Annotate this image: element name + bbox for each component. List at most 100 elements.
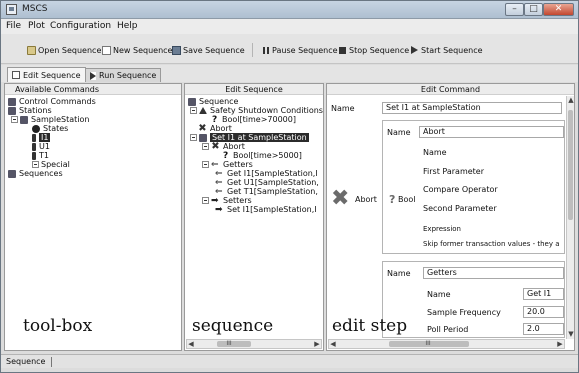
collapse-toggle-icon[interactable] [202, 197, 209, 204]
sample-frequency-field[interactable]: 20.0 [523, 306, 564, 318]
save-sequence-label: Save Sequence [183, 45, 245, 55]
folder-icon [27, 45, 36, 55]
getters-name-field[interactable]: Getters [423, 267, 564, 279]
scroll-right-icon[interactable]: ▶ [313, 340, 321, 348]
poll-period-field[interactable]: 2.0 [523, 323, 564, 335]
collapse-toggle-icon[interactable] [202, 161, 209, 168]
getter-name-label: Name [427, 290, 451, 299]
tree-item-samplestation[interactable]: SampleStation [11, 115, 89, 124]
menu-plot[interactable]: Plot [28, 21, 45, 31]
tree-item-get-u1[interactable]: ⇐ Get U1[SampleStation, [215, 178, 319, 187]
tree-item-i1[interactable]: I1 [32, 133, 51, 142]
getters-box: Name Getters Name Get I1 Sample Frequenc… [382, 261, 565, 338]
scroll-down-icon[interactable]: ▼ [567, 330, 574, 338]
scroll-thumb[interactable] [568, 110, 573, 220]
tree-item-u1[interactable]: U1 [32, 142, 50, 151]
scroll-left-icon[interactable]: ◀ [187, 340, 195, 348]
tree-item-bool-70000[interactable]: ? Bool[time>70000] [212, 115, 296, 124]
scroll-up-icon[interactable]: ▲ [567, 96, 574, 104]
tree-item-safety-shutdown[interactable]: Safety Shutdown Conditions [190, 106, 323, 115]
expression-label: Expression [423, 225, 461, 233]
command-name-label: Name [331, 104, 355, 113]
bool-label: Bool [398, 195, 416, 204]
menu-help[interactable]: Help [117, 21, 138, 31]
getter-name-field[interactable]: Get I1 [523, 288, 564, 300]
sample-frequency-label: Sample Frequency [427, 308, 501, 317]
tree-item-sequences[interactable]: Sequences [8, 169, 63, 178]
menu-configuration[interactable]: Configuration [50, 21, 111, 31]
condition-name-label: Name [423, 148, 447, 157]
toolbox-caption: tool-box [23, 316, 93, 336]
variable-icon [32, 133, 36, 142]
tree-item-getters[interactable]: ⇐ Getters [202, 160, 253, 169]
tree-item-step-abort[interactable]: ✖ Abort [202, 141, 245, 151]
save-sequence-button[interactable]: Save Sequence [172, 44, 245, 56]
scroll-right-icon[interactable]: ▶ [556, 340, 564, 348]
abort-name-label: Name [387, 128, 411, 137]
collapse-toggle-icon[interactable] [190, 107, 197, 114]
edit-command-panel: Edit Command Name Set I1 at SampleStatio… [326, 83, 575, 351]
first-parameter-label: First Parameter [423, 167, 484, 176]
tree-item-get-t1[interactable]: ⇐ Get T1[SampleStation, [215, 187, 318, 196]
main-window: MSCS – □ ✕ File Plot Configuration Help … [0, 0, 579, 373]
start-sequence-button[interactable]: Start Sequence [411, 44, 483, 56]
abort-condition-box: Name Abort ? Bool Name First Parameter C… [382, 120, 565, 254]
scroll-thumb[interactable] [217, 341, 251, 347]
sequence-icon [188, 97, 196, 106]
tree-item-control-commands[interactable]: Control Commands [8, 97, 96, 106]
stop-sequence-label: Stop Sequence [349, 45, 410, 55]
collapse-toggle-icon[interactable] [11, 116, 18, 123]
tree-item-bool-5000[interactable]: ? Bool[time>5000] [223, 151, 302, 160]
edit-horizontal-scrollbar[interactable]: ◀ III ▶ [328, 339, 565, 349]
tree-item-stations[interactable]: Stations [8, 106, 52, 115]
open-sequence-button[interactable]: Open Sequence [27, 44, 101, 56]
tree-item-sequence[interactable]: Sequence [188, 97, 238, 106]
play-icon [90, 71, 96, 80]
pause-sequence-button[interactable]: Pause Sequence [262, 44, 338, 56]
tab-edit-label: Edit Sequence [23, 70, 81, 80]
pause-sequence-label: Pause Sequence [272, 45, 338, 55]
second-parameter-label: Second Parameter [423, 204, 497, 213]
edit-vertical-scrollbar[interactable]: ▲ ▼ [566, 96, 574, 339]
tree-item-set-i1[interactable]: Set I1 at SampleStation [190, 133, 309, 142]
status-bar: Sequence [1, 354, 578, 368]
toolbox-panel: Available Commands Control Commands Stat… [4, 83, 182, 351]
window-title: MSCS [22, 4, 48, 14]
getters-name-label: Name [387, 269, 411, 278]
expand-toggle-icon[interactable] [32, 161, 39, 168]
sequence-caption: sequence [192, 316, 274, 336]
title-bar: MSCS – □ ✕ [1, 1, 578, 19]
close-button[interactable]: ✕ [543, 3, 574, 16]
question-icon: ? [223, 150, 229, 161]
menu-bar: File Plot Configuration Help [1, 19, 578, 34]
tree-item-abort[interactable]: ✖ Abort [198, 123, 232, 133]
new-sequence-button[interactable]: New Sequence [102, 44, 172, 56]
tree-item-states[interactable]: States [32, 124, 68, 133]
toolbar-separator [252, 43, 253, 57]
sequence-horizontal-scrollbar[interactable]: ◀ III ▶ [186, 339, 322, 349]
collapse-toggle-icon[interactable] [190, 134, 197, 141]
arrow-left-icon: ⇐ [215, 177, 223, 188]
abort-label: Abort [355, 195, 377, 204]
tree-item-setters[interactable]: ➡ Setters [202, 196, 252, 205]
maximize-button[interactable]: □ [524, 3, 543, 16]
scroll-left-icon[interactable]: ◀ [329, 340, 337, 348]
tree-item-set-i1-setter[interactable]: ➡ Set I1[SampleStation,I [215, 205, 317, 214]
edit-icon [12, 71, 20, 79]
open-sequence-label: Open Sequence [38, 45, 102, 55]
collapse-toggle-icon[interactable] [202, 143, 209, 150]
tab-edit-sequence[interactable]: Edit Sequence [7, 67, 86, 82]
tree-item-special[interactable]: Special [32, 160, 70, 169]
abort-name-field[interactable]: Abort [419, 126, 564, 138]
station-icon [20, 115, 28, 124]
stop-sequence-button[interactable]: Stop Sequence [339, 44, 409, 56]
abort-icon: ✖ [331, 186, 350, 211]
question-icon: ? [212, 114, 218, 125]
tree-item-get-i1[interactable]: ⇐ Get I1[SampleStation,I [215, 169, 318, 178]
tab-run-label: Run Sequence [99, 71, 157, 80]
tab-run-sequence[interactable]: Run Sequence [85, 68, 162, 82]
command-name-field[interactable]: Set I1 at SampleStation [382, 102, 562, 114]
menu-file[interactable]: File [6, 21, 21, 31]
tree-item-t1[interactable]: T1 [32, 151, 49, 160]
minimize-button[interactable]: – [505, 3, 524, 16]
